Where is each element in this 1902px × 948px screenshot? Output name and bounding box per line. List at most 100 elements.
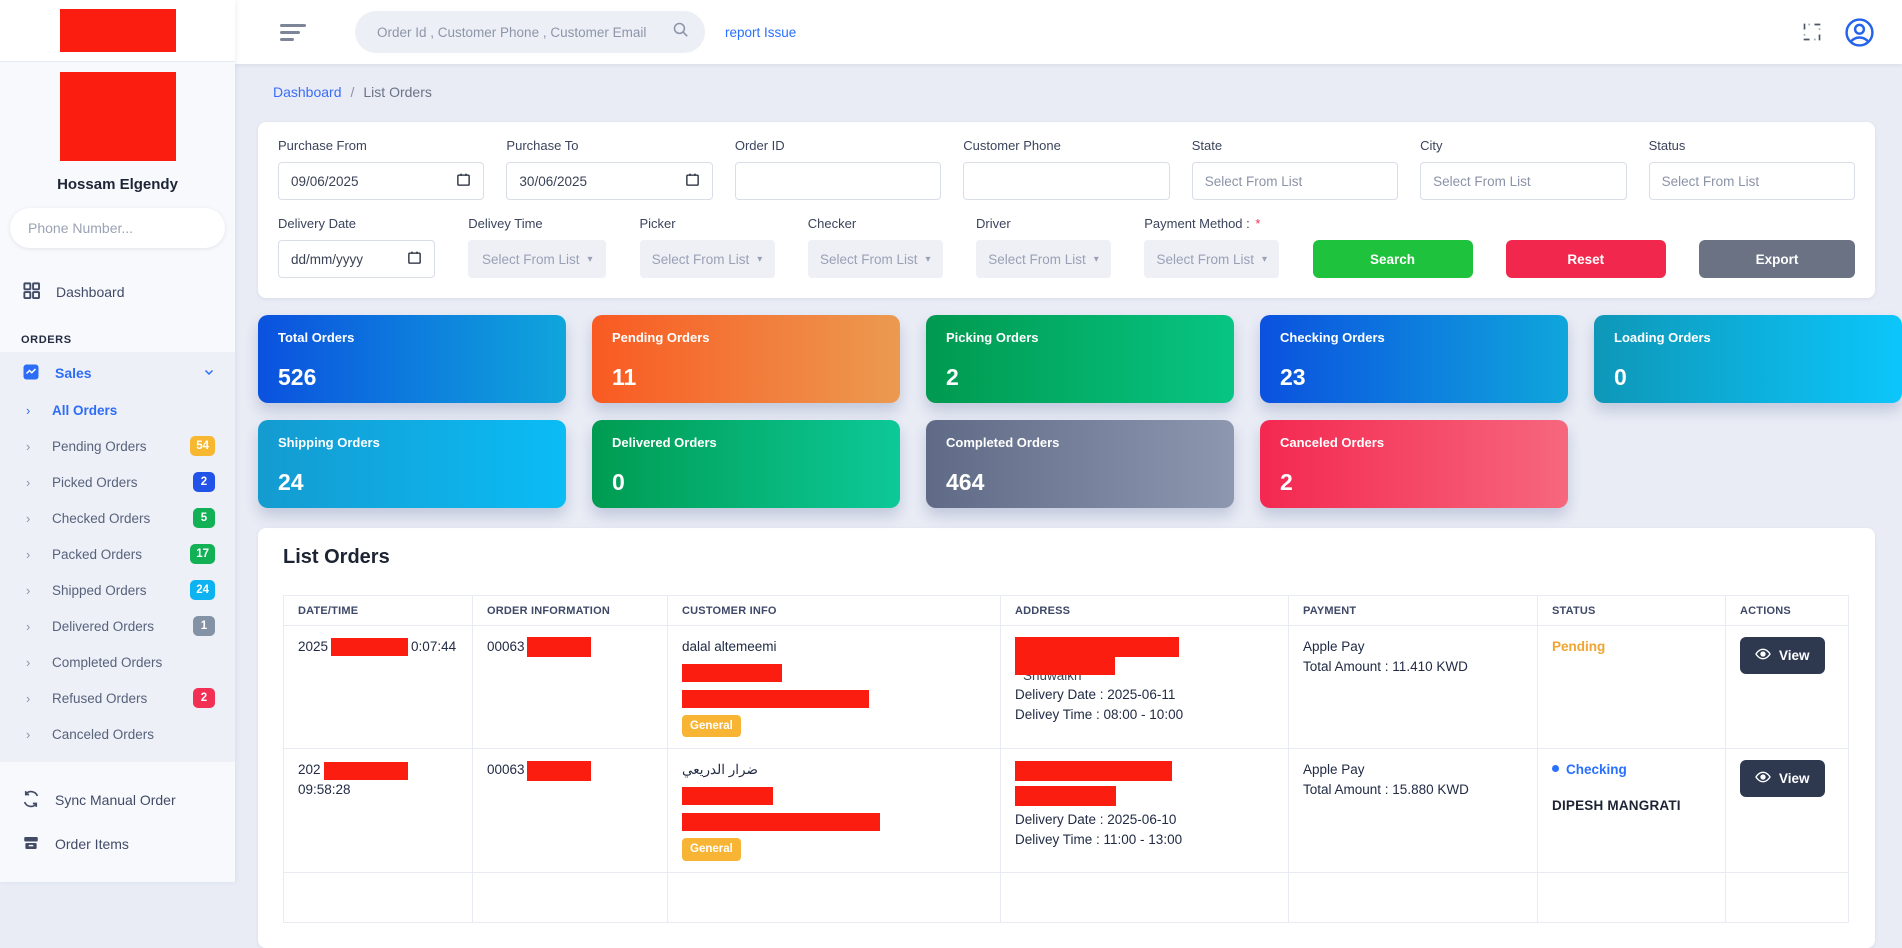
sidebar-item-sync-manual-order[interactable]: Sync Manual Order [0, 778, 235, 822]
filters-panel: Purchase From 09/06/2025 Purchase To 30/… [258, 122, 1875, 298]
redacted-block [682, 787, 773, 805]
redacted-block [527, 637, 591, 657]
driver-select[interactable]: Select From List▾ [976, 240, 1111, 278]
calendar-icon [456, 172, 471, 190]
report-issue-link[interactable]: report Issue [725, 25, 796, 40]
stat-card-total-orders: Total Orders 526 [258, 315, 566, 403]
col-header-order-information: ORDER INFORMATION [473, 596, 668, 626]
caret-down-icon: ▾ [1094, 254, 1099, 265]
search-button[interactable]: Search [1313, 240, 1473, 278]
cell-customer-info: ضرار الدريعي General [668, 749, 1001, 872]
global-search[interactable] [355, 11, 705, 53]
sidebar-footer: Sync Manual Order Order Items [0, 778, 235, 866]
chevron-right-icon: › [26, 439, 38, 454]
city-select[interactable]: Select From List [1420, 162, 1626, 200]
redacted-block [682, 690, 869, 708]
calendar-icon [685, 172, 700, 190]
filter-purchase-from: Purchase From 09/06/2025 [278, 138, 484, 200]
purchase-to-date-input[interactable]: 30/06/2025 [506, 162, 712, 200]
filter-delivery-time: Delivey Time Select From List▾ [468, 216, 606, 278]
sidebar-item-delivered-orders[interactable]: › Delivered Orders 1 [0, 608, 235, 644]
orders-table: DATE/TIME ORDER INFORMATION CUSTOMER INF… [283, 595, 1849, 923]
view-button[interactable]: View [1740, 637, 1825, 674]
sidebar-item-all-orders[interactable]: › All Orders [0, 392, 235, 428]
sidebar-item-packed-orders[interactable]: › Packed Orders 17 [0, 536, 235, 572]
redacted-block [527, 761, 591, 781]
caret-down-icon: ▾ [1262, 254, 1267, 265]
purchase-from-date-input[interactable]: 09/06/2025 [278, 162, 484, 200]
sidebar-item-dashboard[interactable]: Dashboard [0, 274, 235, 310]
col-header-customer-info: CUSTOMER INFO [668, 596, 1001, 626]
cell-actions: View [1726, 749, 1849, 872]
customer-phone-input[interactable] [963, 162, 1169, 200]
caret-down-icon: ▾ [588, 254, 593, 265]
sync-icon [22, 790, 40, 811]
list-orders-panel: List Orders DATE/TIME ORDER INFORMATION … [258, 528, 1875, 948]
checker-select[interactable]: Select From List▾ [808, 240, 943, 278]
sidebar-item-refused-orders[interactable]: › Refused Orders 2 [0, 680, 235, 716]
stat-card-completed-orders: Completed Orders 464 [926, 420, 1234, 508]
hamburger-menu-icon[interactable] [280, 24, 306, 41]
sidebar-item-sales[interactable]: Sales [0, 354, 235, 392]
sidebar-item-checked-orders[interactable]: › Checked Orders 5 [0, 500, 235, 536]
fullscreen-icon[interactable] [1802, 22, 1822, 42]
cell-payment: Apple Pay Total Amount : 11.410 KWD [1289, 626, 1538, 749]
user-profile-icon[interactable] [1844, 17, 1875, 48]
delivery-date-input[interactable]: dd/mm/yyyy [278, 240, 435, 278]
col-header-actions: ACTIONS [1726, 596, 1849, 626]
chevron-down-icon [203, 365, 215, 381]
breadcrumb: Dashboard / List Orders [273, 84, 1902, 100]
state-select[interactable]: Select From List [1192, 162, 1398, 200]
cell-payment: Apple Pay Total Amount : 15.880 KWD [1289, 749, 1538, 872]
cell-status: Checking DIPESH MANGRATI [1538, 749, 1726, 872]
search-input[interactable] [377, 25, 672, 40]
status-select[interactable]: Select From List [1649, 162, 1855, 200]
filter-purchase-to: Purchase To 30/06/2025 [506, 138, 712, 200]
required-asterisk: * [1255, 216, 1260, 231]
picker-select[interactable]: Select From List▾ [640, 240, 775, 278]
search-icon[interactable] [672, 21, 689, 43]
customer-tag-badge: General [682, 715, 741, 738]
cell-datetime: 20209:58:28 [284, 749, 473, 872]
payment-method: Apple Pay [1303, 637, 1523, 657]
phone-number-input[interactable] [10, 208, 225, 248]
export-button[interactable]: Export [1699, 240, 1855, 278]
payment-method-select[interactable]: Select From List▾ [1144, 240, 1279, 278]
col-header-status: STATUS [1538, 596, 1726, 626]
redacted-block [1015, 761, 1172, 781]
sidebar-item-picked-orders[interactable]: › Picked Orders 2 [0, 464, 235, 500]
stat-card-shipping-orders: Shipping Orders 24 [258, 420, 566, 508]
count-badge: 2 [193, 688, 215, 708]
delivery-time: Delivey Time : 08:00 - 10:00 [1015, 705, 1274, 725]
sales-submenu: Sales › All Orders › Pending Orders 54 ›… [0, 352, 235, 762]
stat-card-checking-orders: Checking Orders 23 [1260, 315, 1568, 403]
filter-customer-phone: Customer Phone [963, 138, 1169, 200]
sidebar-item-pending-orders[interactable]: › Pending Orders 54 [0, 428, 235, 464]
order-id-input[interactable] [735, 162, 941, 200]
chevron-right-icon: › [26, 547, 38, 562]
filter-status: Status Select From List [1649, 138, 1855, 200]
col-header-address: ADDRESS [1001, 596, 1289, 626]
filter-city: City Select From List [1420, 138, 1626, 200]
filter-state: State Select From List [1192, 138, 1398, 200]
redacted-block [682, 813, 880, 831]
sidebar-item-canceled-orders[interactable]: › Canceled Orders [0, 716, 235, 752]
sidebar-item-shipped-orders[interactable]: › Shipped Orders 24 [0, 572, 235, 608]
stats-row-1: Total Orders 526 Pending Orders 11 Picki… [258, 315, 1902, 508]
chevron-right-icon: › [26, 583, 38, 598]
table-row [284, 872, 1849, 922]
eye-icon [1755, 646, 1771, 665]
filter-payment-method: Payment Method : * Select From List▾ [1144, 216, 1279, 278]
view-button[interactable]: View [1740, 760, 1825, 797]
reset-button[interactable]: Reset [1506, 240, 1666, 278]
count-badge: 5 [193, 508, 215, 528]
chevron-right-icon: › [26, 403, 38, 418]
chevron-right-icon: › [26, 727, 38, 742]
col-header-datetime: DATE/TIME [284, 596, 473, 626]
table-header-row: DATE/TIME ORDER INFORMATION CUSTOMER INF… [284, 596, 1849, 626]
sidebar-item-completed-orders[interactable]: › Completed Orders [0, 644, 235, 680]
delivery-time-select[interactable]: Select From List▾ [468, 240, 606, 278]
chevron-right-icon: › [26, 691, 38, 706]
sidebar-item-order-items[interactable]: Order Items [0, 822, 235, 866]
breadcrumb-dashboard-link[interactable]: Dashboard [273, 84, 342, 100]
